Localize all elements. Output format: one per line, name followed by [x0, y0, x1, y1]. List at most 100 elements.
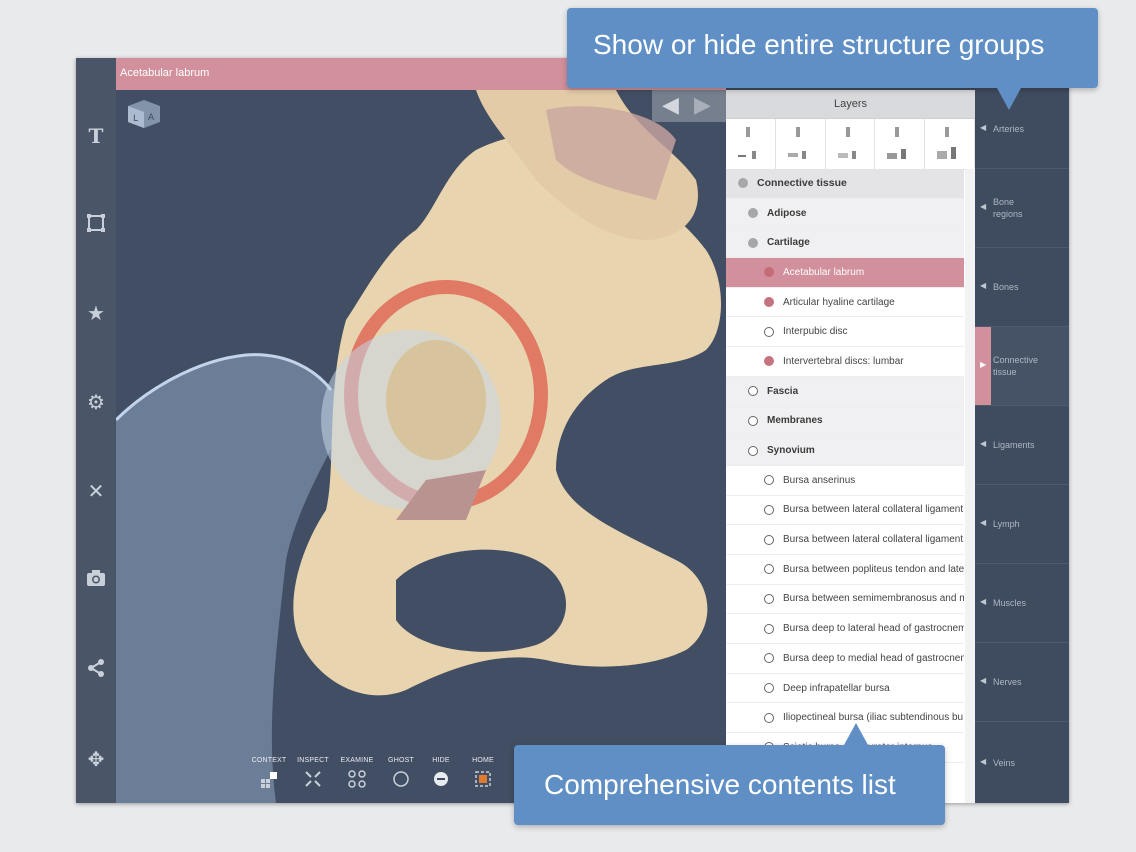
chevron-left-icon: ◀: [980, 518, 987, 527]
visibility-dot[interactable]: [738, 178, 748, 189]
examine-icon: [348, 770, 366, 788]
structure-list: Connective tissue Adipose Cartilage Acet…: [726, 169, 964, 803]
visibility-dot[interactable]: [764, 683, 774, 694]
layer-thumbnail[interactable]: [925, 119, 975, 169]
visibility-dot[interactable]: [764, 297, 774, 308]
layer-thumbnails: [726, 119, 975, 170]
list-item[interactable]: Bursa between semimembranosus and m: [726, 584, 964, 615]
list-item[interactable]: Intervertebral discs: lumbar: [726, 347, 964, 377]
list-item[interactable]: Interpubic disc: [726, 317, 964, 348]
crop-icon[interactable]: [84, 213, 108, 237]
visibility-dot[interactable]: [764, 475, 774, 486]
left-sidebar: T ★ ⚙ ✕ ✥: [76, 58, 116, 803]
group-muscles[interactable]: ◀ Muscles: [975, 564, 1069, 643]
home-icon: [475, 771, 491, 787]
group-veins[interactable]: ◀ Veins: [975, 722, 1069, 803]
hip-model-illustration: [116, 90, 721, 803]
layer-thumbnail[interactable]: [826, 119, 876, 169]
visibility-dot[interactable]: [764, 593, 774, 604]
chevron-left-icon: ◀: [980, 676, 987, 685]
group-nerves[interactable]: ◀ Nerves: [975, 643, 1069, 722]
svg-text:A: A: [148, 113, 155, 123]
group-bones[interactable]: ◀ Bones: [975, 248, 1069, 327]
visibility-dot[interactable]: [764, 326, 774, 337]
camera-icon[interactable]: [84, 569, 108, 593]
gear-icon[interactable]: ⚙: [84, 391, 108, 415]
layers-panel: Layers Connective tissue Adipose Cartila…: [726, 90, 975, 803]
visibility-dot[interactable]: [764, 267, 774, 278]
chevron-right-icon: ▶: [980, 360, 987, 369]
visibility-dot[interactable]: [764, 623, 774, 634]
layer-thumbnail[interactable]: [726, 119, 776, 169]
examine-button[interactable]: EXAMINE: [334, 757, 380, 788]
view-mode-toolbar: CONTEXT INSPECT EXAMINE GHOST HIDE HOME: [246, 757, 526, 797]
svg-text:L: L: [133, 114, 138, 124]
forward-arrow-icon[interactable]: ▶: [694, 92, 711, 118]
list-item[interactable]: Membranes: [726, 406, 964, 437]
visibility-dot[interactable]: [764, 356, 774, 367]
star-icon[interactable]: ★: [84, 302, 108, 326]
callout-structure-groups: Show or hide entire structure groups: [567, 8, 1098, 110]
list-item[interactable]: Articular hyaline cartilage: [726, 287, 964, 318]
structure-groups: ◀ Arteries ◀ Bone regions ◀ Bones ▶ Connecti…: [975, 90, 1069, 803]
inspect-icon: [305, 771, 321, 787]
list-item[interactable]: Fascia: [726, 376, 964, 407]
move-icon[interactable]: ✥: [84, 748, 108, 772]
chevron-left-icon: ◀: [980, 281, 987, 290]
list-item[interactable]: Bursa between lateral collateral ligamen…: [726, 525, 964, 555]
list-item[interactable]: Bursa deep to lateral head of gastrocnem: [726, 614, 964, 644]
visibility-dot[interactable]: [748, 386, 758, 397]
list-item[interactable]: Cartilage: [726, 228, 964, 259]
inspect-button[interactable]: INSPECT: [290, 757, 336, 788]
ghost-icon: [393, 771, 409, 787]
context-button[interactable]: CONTEXT: [246, 757, 292, 788]
visibility-dot[interactable]: [748, 237, 758, 248]
chevron-left-icon: ◀: [980, 756, 987, 766]
list-scrollbar[interactable]: [965, 169, 975, 803]
visibility-dot[interactable]: [764, 534, 774, 545]
callout-pointer: [844, 723, 868, 745]
visibility-dot[interactable]: [764, 564, 774, 575]
home-button[interactable]: HOME: [460, 757, 506, 788]
text-icon[interactable]: T: [84, 124, 108, 148]
list-item[interactable]: Bursa between lateral collateral ligamen…: [726, 495, 964, 526]
visibility-dot[interactable]: [748, 415, 758, 426]
callout-pointer: [997, 88, 1021, 110]
group-lymph[interactable]: ◀ Lymph: [975, 485, 1069, 564]
list-item[interactable]: Bursa between popliteus tendon and late: [726, 554, 964, 585]
layer-thumbnail[interactable]: [776, 119, 826, 169]
visibility-dot[interactable]: [764, 504, 774, 515]
callout-contents-list: Comprehensive contents list: [514, 723, 945, 825]
context-icon: [261, 772, 277, 788]
visibility-dot[interactable]: [748, 445, 758, 456]
share-icon[interactable]: [84, 658, 108, 682]
tools-icon[interactable]: ✕: [84, 480, 108, 504]
visibility-dot[interactable]: [764, 712, 774, 723]
hide-icon: [434, 772, 448, 786]
visibility-dot[interactable]: [764, 653, 774, 664]
chevron-left-icon: ◀: [980, 597, 987, 606]
list-item[interactable]: Adipose: [726, 198, 964, 229]
hide-button[interactable]: HIDE: [418, 757, 464, 788]
orientation-cube[interactable]: LA: [126, 98, 162, 128]
history-arrows: ◀ ▶: [652, 90, 726, 122]
3d-viewport[interactable]: LA: [116, 90, 726, 803]
chevron-left-icon: ◀: [980, 439, 987, 448]
group-ligaments[interactable]: ◀ Ligaments: [975, 406, 1069, 485]
group-bone-regions[interactable]: ◀ Bone regions: [975, 169, 1069, 248]
list-item[interactable]: Connective tissue: [726, 169, 964, 199]
list-item[interactable]: Synovium: [726, 436, 964, 466]
list-item-selected[interactable]: Acetabular labrum: [726, 258, 964, 288]
group-arteries[interactable]: ◀ Arteries: [975, 90, 1069, 169]
layer-thumbnail[interactable]: [875, 119, 926, 169]
visibility-dot[interactable]: [748, 208, 758, 219]
group-connective-tissue[interactable]: ▶ Connective tissue: [975, 327, 1069, 406]
list-item[interactable]: Bursa deep to medial head of gastrocnem: [726, 644, 964, 674]
chevron-left-icon: ◀: [980, 123, 987, 132]
list-item[interactable]: Deep infrapatellar bursa: [726, 673, 964, 704]
list-item[interactable]: Bursa anserinus: [726, 465, 964, 496]
chevron-left-icon: ◀: [980, 202, 987, 211]
back-arrow-icon[interactable]: ◀: [662, 92, 679, 118]
layers-title: Layers: [726, 90, 975, 119]
app-window: T ★ ⚙ ✕ ✥ Acetabular labrum L A ◀ ▶ CONT…: [76, 58, 1069, 803]
